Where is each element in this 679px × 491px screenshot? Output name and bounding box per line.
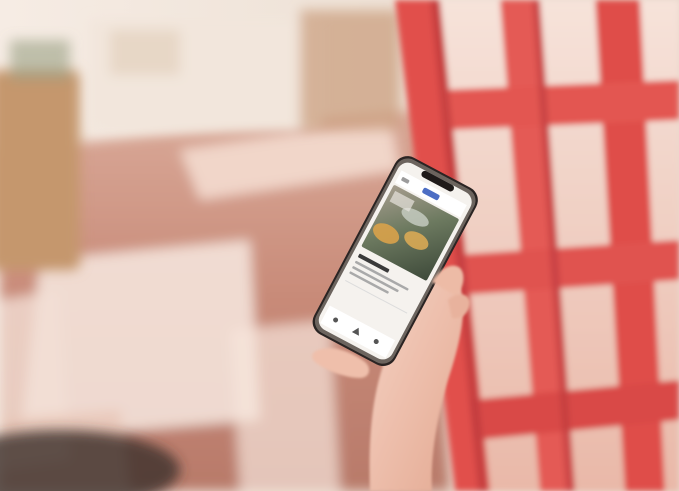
photo-scene [0, 0, 679, 491]
planter [0, 40, 80, 270]
photo-canvas [0, 0, 679, 491]
far-wall [90, 10, 400, 130]
